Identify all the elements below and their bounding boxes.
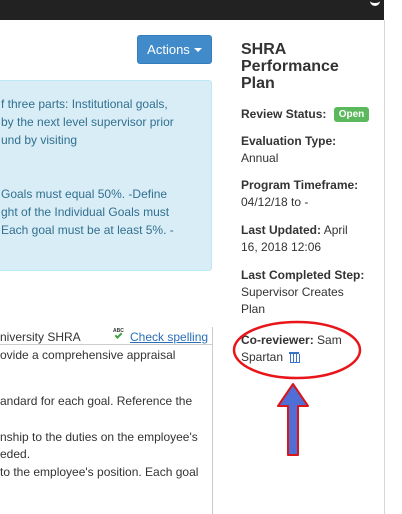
co-reviewer-label: Co-reviewer:	[241, 333, 314, 347]
last-completed-step-row: Last Completed Step: Supervisor Creates …	[241, 267, 364, 318]
last-updated-value-cont: 16, 2018 12:06	[241, 240, 322, 254]
co-reviewer-value-cont: Spartan	[241, 350, 284, 364]
editor-toolbar: niversity SHRA ABC Check spelling	[0, 327, 213, 345]
review-status-row: Review Status: Open	[241, 106, 370, 123]
last-updated-row: Last Updated: April 16, 2018 12:06	[241, 222, 348, 256]
last-completed-step-value-cont: Plan	[241, 302, 266, 316]
scrollbar-track[interactable]	[384, 20, 385, 514]
actions-button[interactable]: Actions	[137, 35, 212, 64]
check-spelling-link[interactable]: ABC Check spelling	[113, 328, 209, 344]
evaluation-type-row: Evaluation Type: Annual	[241, 133, 336, 167]
navbar-glyph-icon	[370, 0, 380, 6]
editor-border	[212, 327, 213, 514]
evaluation-type-value: Annual	[241, 151, 279, 165]
spellcheck-icon: ABC	[113, 328, 127, 343]
last-completed-step-value: Supervisor Creates	[241, 285, 344, 299]
last-updated-value: April	[323, 223, 348, 237]
program-timeframe-label: Program Timeframe:	[241, 178, 359, 192]
co-reviewer-value: Sam	[317, 333, 342, 347]
info-line: by the next level supervisor prior	[1, 115, 174, 129]
info-line: und by visiting	[1, 133, 78, 147]
info-line: Each goal must be at least 5%. -	[1, 223, 174, 237]
program-timeframe-row: Program Timeframe: 04/12/18 to -	[241, 177, 358, 211]
caret-down-icon	[193, 48, 202, 52]
instructions-panel: f three parts: Institutional goals, by t…	[0, 80, 212, 271]
info-line: Goals must equal 50%. -Define	[1, 187, 168, 201]
arrow-up-icon	[277, 383, 309, 456]
editor-line: eded.	[0, 447, 31, 461]
plan-title: SHRA Performance Plan	[241, 41, 339, 92]
editor-line: to the employee's position. Each goal	[0, 465, 199, 479]
info-line: ght of the Individual Goals must	[1, 205, 170, 219]
evaluation-type-label: Evaluation Type:	[241, 134, 337, 148]
top-navbar	[0, 0, 384, 20]
trash-icon[interactable]	[289, 351, 301, 363]
check-spelling-label: Check spelling	[130, 330, 209, 344]
actions-label: Actions	[147, 42, 190, 57]
editor-line: nship to the duties on the employee's	[0, 430, 198, 444]
last-updated-label: Last Updated:	[241, 223, 322, 237]
editor-line: ovide a comprehensive appraisal	[0, 348, 176, 362]
editor-line: andard for each goal. Reference the	[0, 394, 193, 408]
info-line: f three parts: Institutional goals,	[1, 97, 168, 111]
editor-title: niversity SHRA	[0, 330, 81, 344]
navbar-edge	[384, 0, 402, 20]
program-timeframe-value: 04/12/18 to -	[241, 195, 309, 209]
last-completed-step-label: Last Completed Step:	[241, 268, 365, 282]
status-badge: Open	[333, 107, 370, 122]
co-reviewer-row: Co-reviewer: Sam Spartan	[241, 332, 342, 366]
review-status-label: Review Status:	[241, 107, 327, 121]
